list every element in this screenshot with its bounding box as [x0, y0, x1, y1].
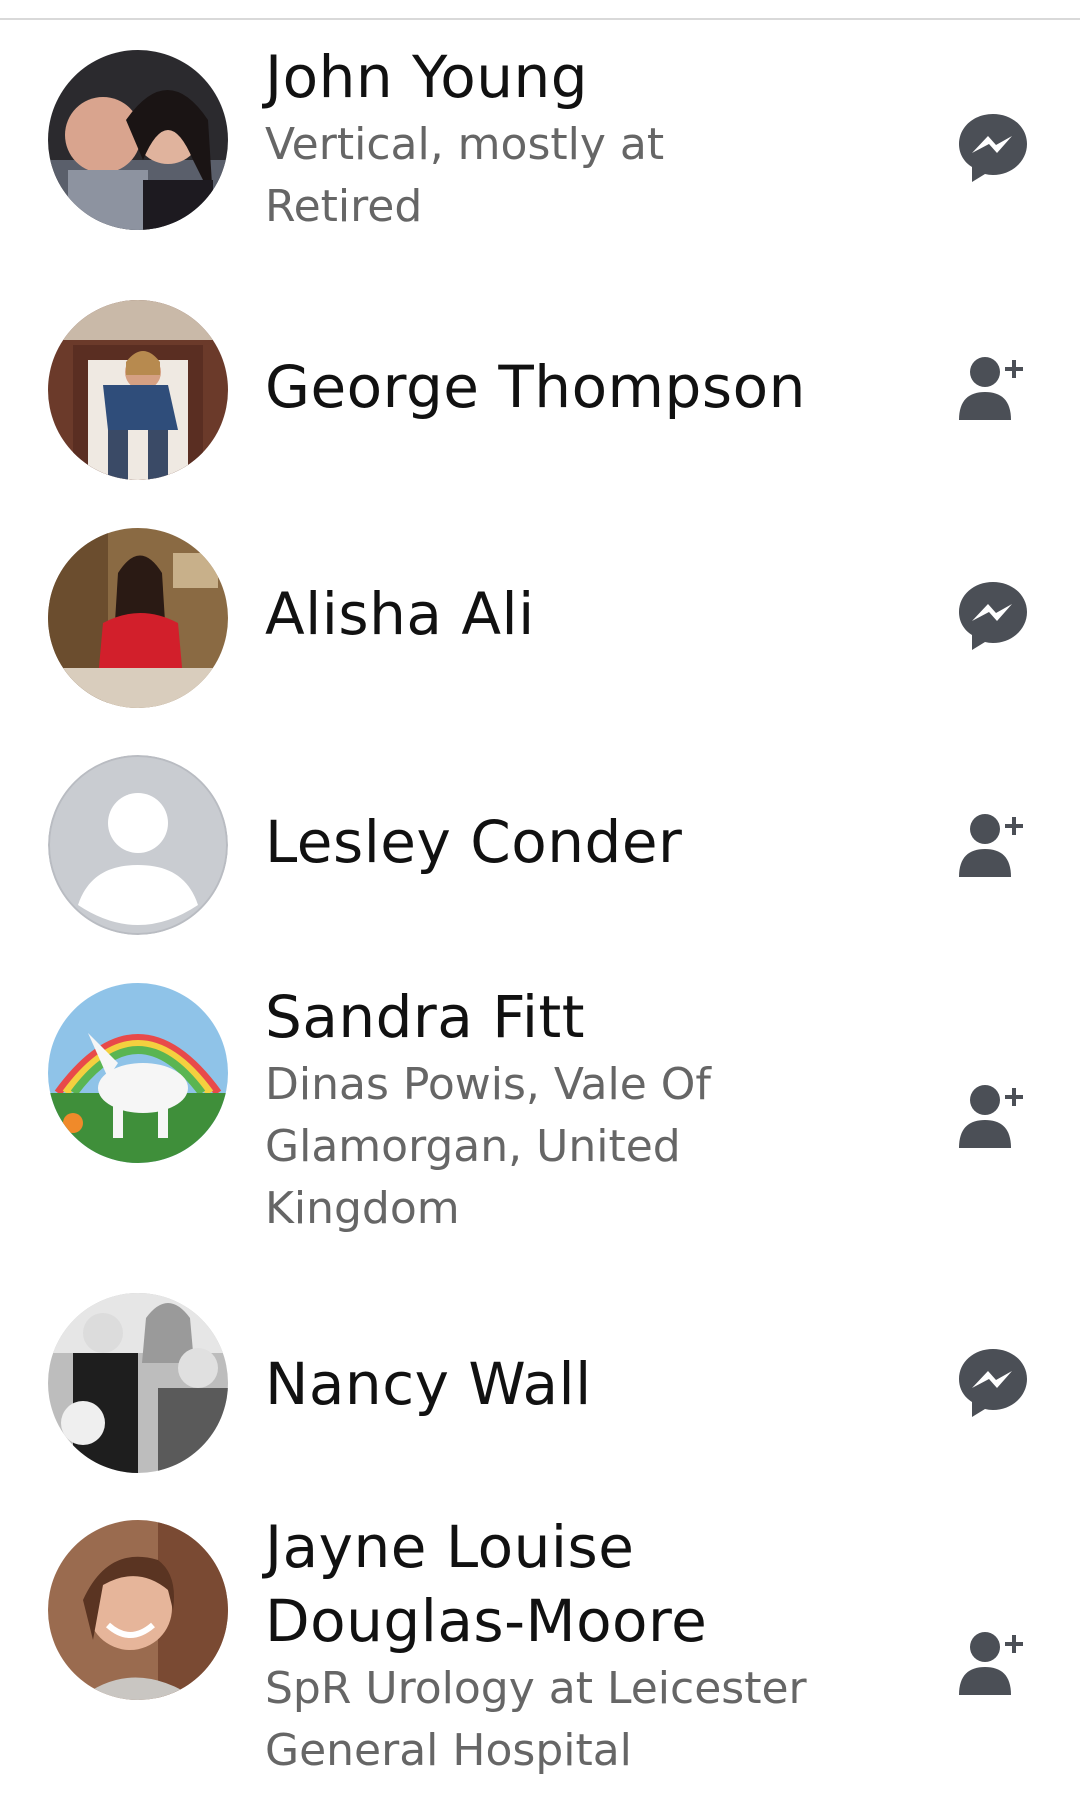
messenger-button[interactable] — [955, 110, 1031, 186]
add-friend-button[interactable] — [955, 350, 1031, 426]
avatar[interactable] — [48, 983, 228, 1163]
avatar[interactable] — [48, 755, 228, 935]
person-detail: Retired — [265, 181, 423, 232]
person-detail: SpR Urology at Leicester — [265, 1663, 807, 1714]
add-friend-icon — [959, 357, 1023, 420]
person-detail: General Hospital — [265, 1725, 632, 1776]
list-item[interactable]: Alisha Ali — [0, 520, 1080, 720]
avatar[interactable] — [48, 300, 228, 480]
messenger-button[interactable] — [955, 1345, 1031, 1421]
list-item[interactable]: John Young Vertical, mostly at Retired — [0, 40, 1080, 260]
avatar[interactable] — [48, 50, 228, 230]
add-friend-icon — [959, 814, 1023, 877]
person-detail: Vertical, mostly at — [265, 119, 665, 170]
add-friend-button[interactable] — [955, 1625, 1031, 1701]
list-item[interactable]: Nancy Wall — [0, 1290, 1080, 1490]
list-item[interactable]: George Thompson — [0, 295, 1080, 495]
person-name[interactable]: Nancy Wall — [265, 1347, 905, 1421]
add-friend-icon — [959, 1085, 1023, 1148]
person-name[interactable]: Sandra Fitt — [265, 980, 905, 1054]
person-name[interactable]: Douglas-Moore — [265, 1584, 905, 1658]
add-friend-button[interactable] — [955, 807, 1031, 883]
messenger-icon — [959, 1349, 1027, 1417]
person-name[interactable]: Alisha Ali — [265, 577, 905, 651]
person-name[interactable]: George Thompson — [265, 350, 905, 424]
avatar[interactable] — [48, 1293, 228, 1473]
messenger-icon — [959, 582, 1027, 650]
person-name[interactable]: John Young — [265, 40, 905, 114]
person-detail: Dinas Powis, Vale Of — [265, 1059, 711, 1110]
messenger-icon — [959, 114, 1027, 182]
person-name[interactable]: Jayne Louise — [265, 1510, 905, 1584]
person-name[interactable]: Lesley Conder — [265, 805, 905, 879]
top-divider — [0, 0, 1080, 20]
messenger-button[interactable] — [955, 578, 1031, 654]
person-detail: Kingdom — [265, 1183, 460, 1234]
list-item[interactable]: Jayne Louise Douglas-Moore SpR Urology a… — [0, 1510, 1080, 1809]
add-friend-button[interactable] — [955, 1078, 1031, 1154]
list-item[interactable]: Lesley Conder — [0, 750, 1080, 950]
avatar[interactable] — [48, 1520, 228, 1700]
person-detail: Glamorgan, United — [265, 1121, 681, 1172]
list-item[interactable]: Sandra Fitt Dinas Powis, Vale Of Glamorg… — [0, 980, 1080, 1260]
add-friend-icon — [959, 1632, 1023, 1695]
avatar[interactable] — [48, 528, 228, 708]
